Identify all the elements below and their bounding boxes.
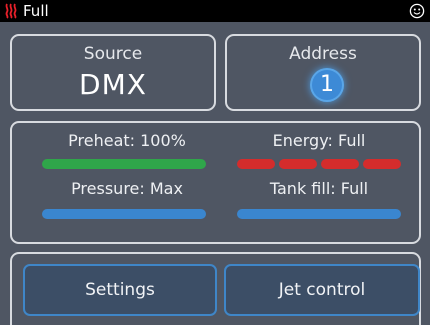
- device-screen: Full Source DMX Address 1 Preheat: 100% …: [0, 0, 430, 325]
- navigation-panel: Settings Jet control: [10, 252, 421, 325]
- mode-status-text: Full: [23, 2, 49, 20]
- address-label: Address: [289, 44, 357, 64]
- energy-segment: [321, 159, 359, 169]
- status-bar: Full: [0, 0, 430, 22]
- settings-button[interactable]: Settings: [23, 264, 217, 316]
- address-value-badge: 1: [312, 70, 342, 100]
- smiley-face-icon: [409, 3, 425, 19]
- tank-fill-bar: [237, 209, 401, 219]
- tank-fill-label: Tank fill: Full: [269, 179, 369, 198]
- source-label: Source: [83, 44, 143, 64]
- preheat-bar: [42, 159, 206, 169]
- source-card[interactable]: Source DMX: [10, 34, 216, 111]
- energy-segment: [279, 159, 317, 169]
- address-card[interactable]: Address 1: [225, 34, 421, 111]
- energy-segment: [363, 159, 401, 169]
- pressure-bar: [42, 209, 206, 219]
- energy-segment: [237, 159, 275, 169]
- pressure-label: Pressure: Max: [71, 179, 183, 198]
- status-panel: Preheat: 100% Energy: Full Pressure: Max…: [10, 121, 421, 244]
- preheat-label: Preheat: 100%: [68, 131, 186, 150]
- energy-segment-bar: [237, 159, 401, 169]
- energy-label: Energy: Full: [272, 131, 366, 150]
- heat-waves-icon: [5, 3, 17, 19]
- jet-control-button[interactable]: Jet control: [224, 264, 420, 316]
- source-value: DMX: [79, 68, 147, 101]
